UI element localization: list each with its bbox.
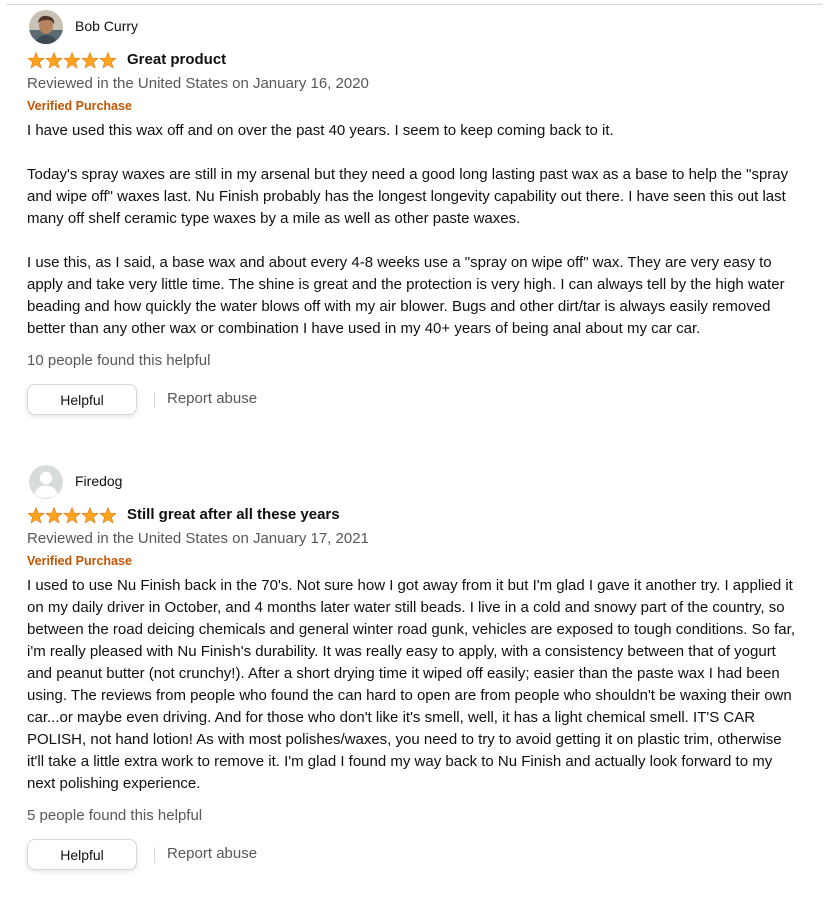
reviewer-name[interactable]: Firedog [75,473,122,489]
review-paragraph: I used to use Nu Finish back in the 70's… [27,577,795,792]
star-icon [45,506,63,524]
default-user-avatar-icon [29,465,63,499]
star-icon [99,506,117,524]
review-title[interactable]: Still great after all these years [127,506,340,523]
review-body: I have used this wax off and on over the… [27,120,797,340]
star-icon [45,51,63,69]
reviewer-name[interactable]: Bob Curry [75,18,138,34]
review-date: Reviewed in the United States on January… [27,530,369,547]
review-paragraph: I use this, as I said, a base wax and ab… [27,254,785,337]
review-title[interactable]: Great product [127,51,226,68]
review-card: Bob Curry Great product Reviewed in the … [27,10,797,418]
helpful-count: 10 people found this helpful [27,352,211,369]
star-rating [27,51,117,71]
star-icon [81,506,99,524]
action-divider [154,392,155,408]
review-date: Reviewed in the United States on January… [27,75,369,92]
star-icon [63,51,81,69]
review-paragraph: Today's spray waxes are still in my arse… [27,166,789,227]
report-abuse-link[interactable]: Report abuse [167,390,257,407]
review-actions: Helpful Report abuse [27,839,797,873]
review-body: I used to use Nu Finish back in the 70's… [27,575,797,795]
helpful-count: 5 people found this helpful [27,807,203,824]
star-icon [99,51,117,69]
star-icon [63,506,81,524]
helpful-button[interactable]: Helpful [27,839,137,870]
review-card: Firedog Still great after all these year… [27,465,797,873]
review-actions: Helpful Report abuse [27,384,797,418]
verified-purchase-badge: Verified Purchase [27,99,132,113]
review-paragraph: I have used this wax off and on over the… [27,122,614,139]
verified-purchase-badge: Verified Purchase [27,554,132,568]
star-icon [27,506,45,524]
star-icon [81,51,99,69]
helpful-button[interactable]: Helpful [27,384,137,415]
report-abuse-link[interactable]: Report abuse [167,845,257,862]
star-rating [27,506,117,526]
action-divider [154,847,155,863]
star-icon [27,51,45,69]
avatar[interactable] [29,10,63,44]
avatar[interactable] [29,465,63,499]
reviewer-profile[interactable]: Firedog [27,465,797,499]
top-divider [6,4,822,5]
user-photo-avatar-icon [29,10,63,44]
reviewer-profile[interactable]: Bob Curry [27,10,797,44]
